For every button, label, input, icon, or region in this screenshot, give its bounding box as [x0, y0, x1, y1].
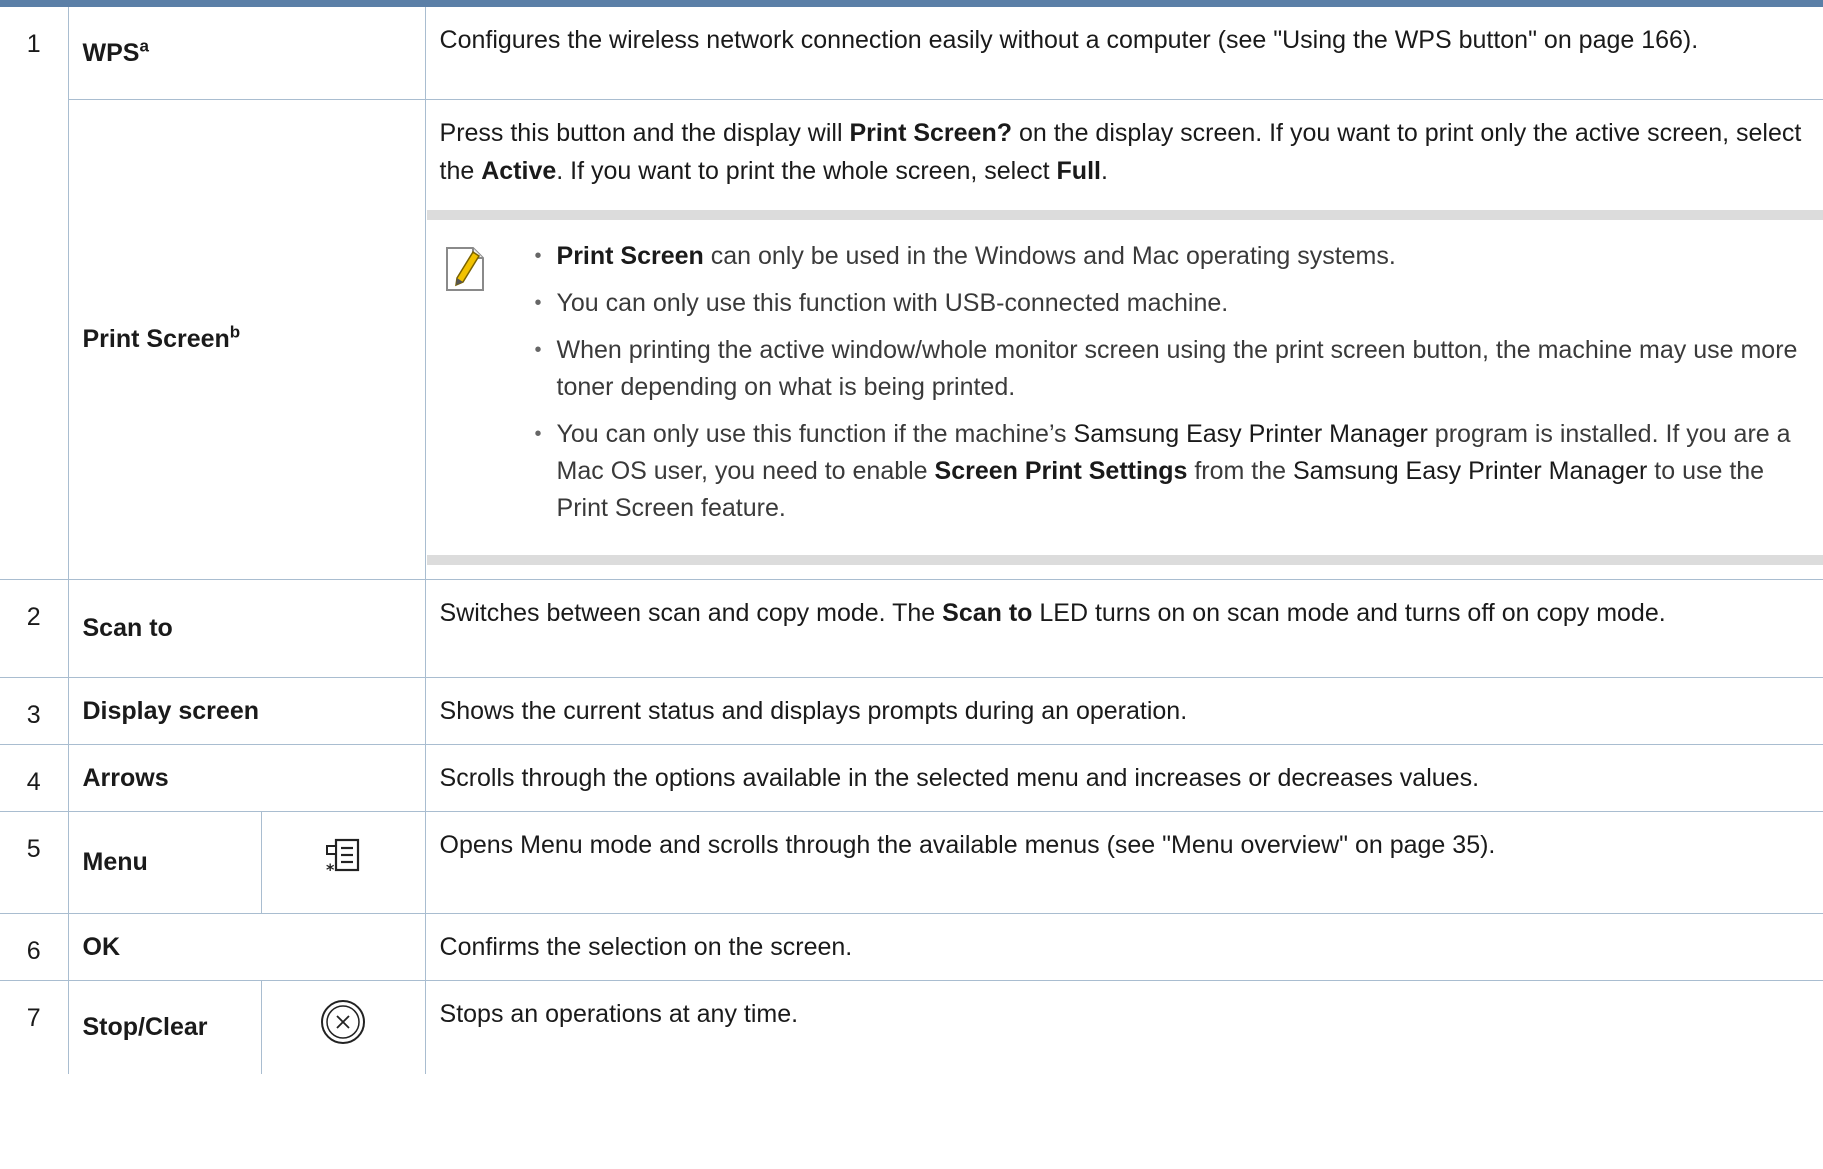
row-number: 5 — [0, 810, 69, 914]
note-item: Print Screen can only be used in the Win… — [527, 238, 1806, 275]
table-row: 2 Scan to Switches between scan and copy… — [0, 578, 1823, 678]
control-name: Arrows — [67, 743, 426, 812]
control-name: Scan to — [67, 578, 426, 678]
top-rule — [0, 0, 1823, 7]
control-description: Scrolls through the options available in… — [424, 743, 1823, 812]
note-item: You can only use this function with USB-… — [527, 285, 1806, 322]
table-row: 1 WPSa Configures the wireless network c… — [0, 7, 1823, 580]
control-description: Confirms the selection on the screen. — [424, 912, 1823, 981]
note-item: When printing the active window/whole mo… — [527, 332, 1806, 406]
row-number: 6 — [0, 912, 69, 981]
print-screen-description: Press this button and the display will P… — [439, 118, 1802, 185]
control-description: Shows the current status and displays pr… — [424, 676, 1823, 745]
control-name: Menu — [67, 810, 262, 914]
control-description: Press this button and the display will P… — [424, 98, 1823, 580]
note-list: Print Screen can only be used in the Win… — [527, 232, 1823, 537]
control-description: Configures the wireless network connecti… — [424, 7, 1823, 100]
note-item: You can only use this function if the ma… — [527, 416, 1806, 527]
control-name: WPSa — [67, 7, 426, 100]
control-name: Print Screenb — [68, 98, 426, 580]
note-box: Print Screen can only be used in the Win… — [426, 209, 1823, 565]
control-description: Opens Menu mode and scrolls through the … — [424, 810, 1823, 914]
row-number: 4 — [0, 743, 69, 812]
control-panel-table: 1 WPSa Configures the wireless network c… — [0, 7, 1823, 1074]
control-name: Stop/Clear — [67, 979, 262, 1074]
row-number: 3 — [0, 676, 69, 745]
footnote-marker: b — [229, 322, 241, 342]
svg-text:*: * — [326, 860, 335, 877]
table-row: 3 Display screen Shows the current statu… — [0, 676, 1823, 745]
table-row: 6 OK Confirms the selection on the scree… — [0, 912, 1823, 981]
row-number: 1 — [0, 7, 69, 580]
table-row: 5 Menu * Opens Menu mode and scrolls thr… — [0, 810, 1823, 914]
control-name: Display screen — [67, 676, 426, 745]
stop-clear-icon — [260, 979, 426, 1074]
control-description: Stops an operations at any time. — [424, 979, 1823, 1074]
control-name: OK — [67, 912, 426, 981]
row-number: 2 — [0, 578, 69, 678]
note-pencil-icon — [427, 232, 527, 537]
table-row: 7 Stop/Clear Stops an operations at any … — [0, 979, 1823, 1074]
menu-icon: * — [260, 810, 426, 914]
page: 1 WPSa Configures the wireless network c… — [0, 0, 1823, 1169]
control-description: Switches between scan and copy mode. The… — [424, 578, 1823, 678]
table-row: Print Screenb Press this button and the … — [0, 98, 1823, 580]
row-number: 7 — [0, 979, 69, 1074]
table-row: 4 Arrows Scrolls through the options ava… — [0, 743, 1823, 812]
footnote-marker: a — [139, 36, 149, 56]
